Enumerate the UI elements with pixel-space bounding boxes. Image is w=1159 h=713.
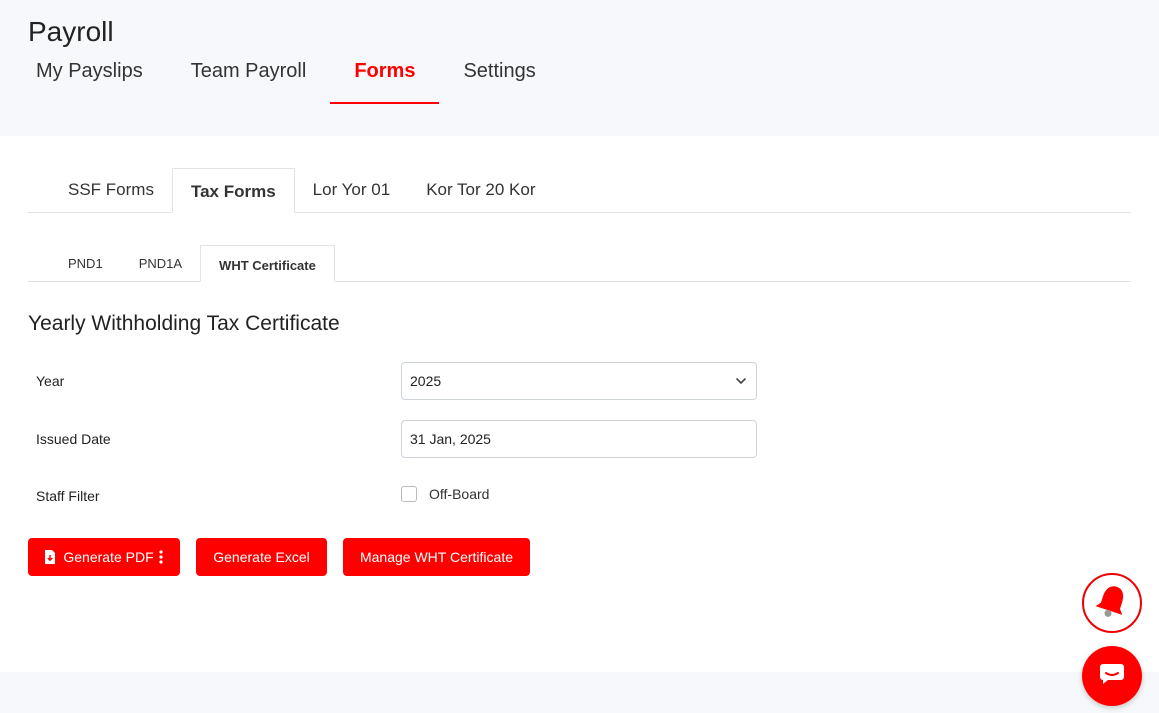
tab-pnd1[interactable]: PND1 — [50, 245, 121, 281]
form-type-tabs: SSF Forms Tax Forms Lor Yor 01 Kor Tor 2… — [28, 168, 1131, 213]
generate-pdf-label: Generate PDF — [63, 549, 154, 565]
app-title: Payroll — [28, 16, 114, 47]
tab-lor-yor-01[interactable]: Lor Yor 01 — [295, 168, 409, 212]
issued-date-label: Issued Date — [36, 431, 111, 447]
chat-icon — [1099, 662, 1125, 691]
bell-icon — [1092, 581, 1132, 626]
file-download-icon — [44, 550, 56, 564]
tab-ssf-forms[interactable]: SSF Forms — [50, 168, 172, 212]
tab-kor-tor-20-kor[interactable]: Kor Tor 20 Kor — [408, 168, 553, 212]
staff-filter-label: Staff Filter — [36, 488, 100, 504]
kebab-menu-icon[interactable] — [158, 550, 164, 564]
page-header: Payroll My Payslips Team Payroll Forms S… — [0, 0, 1159, 136]
generate-excel-button[interactable]: Generate Excel — [196, 538, 327, 576]
section-title: Yearly Withholding Tax Certificate — [28, 312, 340, 335]
tab-team-payroll[interactable]: Team Payroll — [167, 48, 331, 104]
issued-date-input[interactable]: 31 Jan, 2025 — [401, 420, 757, 458]
page-footer-band — [0, 672, 1159, 713]
chat-widget-button[interactable] — [1082, 646, 1142, 706]
manage-wht-label: Manage WHT Certificate — [359, 549, 513, 565]
notification-bell-button[interactable] — [1082, 573, 1142, 633]
issued-date-value: 31 Jan, 2025 — [410, 431, 491, 447]
year-value: 2025 — [410, 373, 442, 389]
off-board-label[interactable]: Off-Board — [429, 486, 489, 502]
tab-forms[interactable]: Forms — [330, 48, 440, 104]
year-select[interactable]: 2025 — [401, 362, 757, 400]
chevron-down-icon — [734, 374, 748, 388]
year-label: Year — [36, 373, 65, 389]
main-nav-tabs: My Payslips Team Payroll Forms Settings — [12, 48, 560, 104]
tab-pnd1a[interactable]: PND1A — [121, 245, 200, 281]
tax-form-subtabs: PND1 PND1A WHT Certificate — [28, 245, 1131, 282]
off-board-checkbox[interactable] — [401, 486, 417, 502]
generate-excel-label: Generate Excel — [213, 549, 310, 565]
off-board-filter: Off-Board — [401, 486, 489, 502]
main-content: SSF Forms Tax Forms Lor Yor 01 Kor Tor 2… — [0, 136, 1159, 672]
tab-settings[interactable]: Settings — [439, 48, 559, 104]
manage-wht-certificate-button[interactable]: Manage WHT Certificate — [343, 538, 530, 576]
tab-wht-certificate[interactable]: WHT Certificate — [200, 245, 335, 282]
generate-pdf-button[interactable]: Generate PDF — [28, 538, 180, 576]
tab-tax-forms[interactable]: Tax Forms — [171, 168, 295, 213]
tab-my-payslips[interactable]: My Payslips — [12, 48, 167, 104]
